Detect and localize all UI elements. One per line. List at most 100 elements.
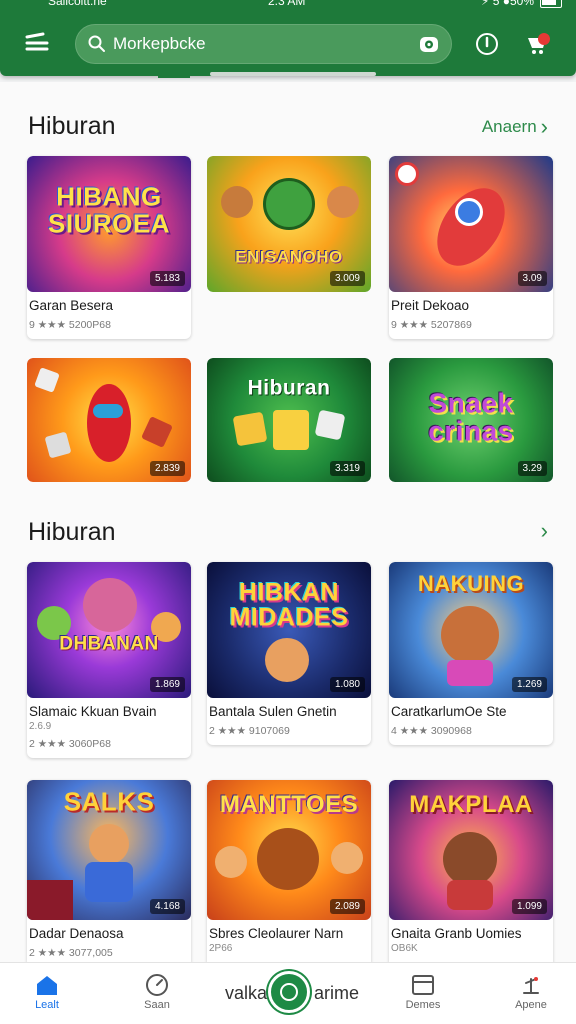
rating-badge: 5.183 xyxy=(149,271,185,286)
chevron-right-icon: › xyxy=(540,114,548,139)
dice-icon xyxy=(34,367,60,393)
status-icons: ⚡ 5 ●50% xyxy=(481,0,562,8)
thumbnail-title: NAKUING xyxy=(417,570,525,596)
home-icon xyxy=(2,971,92,999)
game-name: Bantala Sulen Gnetin xyxy=(209,704,337,719)
character-illustration xyxy=(327,186,359,218)
nav-item-apps[interactable]: Apene xyxy=(486,971,576,1011)
nav-label: Lealt xyxy=(35,999,59,1011)
game-thumbnail: Hiburan 3.319 xyxy=(207,358,371,482)
character-illustration xyxy=(83,578,137,632)
game-meta: 9 ★★★ 5207869 xyxy=(391,319,472,331)
status-right-text: ⚡ 5 ●50% xyxy=(480,0,534,8)
character-illustration xyxy=(443,832,497,886)
game-card[interactable]: ENISANOHO 3.009 xyxy=(207,156,371,292)
main-content: Hiburan Anaern › HIBANG SIUROEA 5.183 Ga… xyxy=(0,82,576,962)
tab-indicator xyxy=(158,76,190,78)
character-illustration xyxy=(441,606,499,664)
character-illustration xyxy=(455,198,483,226)
logo-icon xyxy=(395,162,419,186)
game-card[interactable]: Hiburan 3.319 xyxy=(207,358,371,482)
search-bar[interactable] xyxy=(75,24,452,64)
game-thumbnail: HIBANG SIUROEA 5.183 xyxy=(27,156,191,292)
game-sub: OB6K xyxy=(391,943,418,954)
game-name: Sbres Cleolaurer Narn xyxy=(209,926,344,941)
thumbnail-title: DHBANAN xyxy=(59,632,159,654)
thumbnail-title: HIBKAN MIDADES xyxy=(229,578,349,632)
game-meta: 2 ★★★ 3077,005 xyxy=(29,947,113,959)
nav-label: Demes xyxy=(405,999,441,1011)
game-name: Slamaic Kkuan Bvain xyxy=(29,704,157,719)
game-thumbnail: 2.839 xyxy=(27,358,191,482)
game-card[interactable]: HIBKAN MIDADES 1.080 Bantala Sulen Gneti… xyxy=(207,562,371,745)
thumbnail-title: ENISANOHO xyxy=(235,246,343,266)
character-illustration xyxy=(331,842,363,874)
nav-label: Saan xyxy=(144,999,170,1011)
game-name: CaratkarlumOe Ste xyxy=(391,704,507,719)
thumbnail-title: MAKPLAA xyxy=(409,790,533,818)
game-name: Gnaita Granb Uomies xyxy=(391,926,522,941)
game-card[interactable]: NAKUING 1.269 CaratkarlumOe Ste 4 ★★★ 30… xyxy=(389,562,553,745)
game-card[interactable]: Snaek crinas 3.29 xyxy=(389,358,553,482)
nav-item-home[interactable]: Lealt xyxy=(2,971,92,1011)
chevron-right-icon: › xyxy=(540,518,548,543)
character-illustration xyxy=(263,178,315,230)
carrier-label: Saiicoltt.ne xyxy=(48,0,107,8)
see-more-link[interactable]: Anaern › xyxy=(482,116,548,138)
nav-item-library[interactable]: Demes xyxy=(378,971,468,1011)
game-thumbnail: SALKS 4.168 xyxy=(27,780,191,920)
rating-badge: 1.269 xyxy=(511,677,547,692)
character-illustration xyxy=(447,880,493,910)
game-meta: 2 ★★★ 3060P68 xyxy=(29,738,111,750)
game-name: Garan Besera xyxy=(29,298,114,313)
game-meta: 2 ★★★ 9107069 xyxy=(209,725,290,737)
game-card[interactable]: HIBANG SIUROEA 5.183 Garan Besera 9 ★★★ … xyxy=(27,156,191,339)
search-input[interactable] xyxy=(113,30,413,58)
game-card[interactable]: 2.839 xyxy=(27,358,191,482)
game-thumbnail: ENISANOHO 3.009 xyxy=(207,156,371,292)
rating-badge: 3.319 xyxy=(329,461,365,476)
game-card[interactable]: DHBANAN 1.869 Slamaic Kkuan Bvain 2.6.9 … xyxy=(27,562,191,758)
game-sub: 2P66 xyxy=(209,943,233,954)
game-thumbnail: DHBANAN 1.869 xyxy=(27,562,191,698)
rating-badge: 2.089 xyxy=(329,899,365,914)
thumbnail-title: HIBANG SIUROEA xyxy=(48,181,170,239)
compass-icon xyxy=(112,971,202,999)
search-icon xyxy=(88,35,105,52)
character-illustration xyxy=(89,824,129,864)
rating-badge: 3.29 xyxy=(517,461,547,476)
game-card[interactable]: 3.09 Preit Dekoao 9 ★★★ 5207869 xyxy=(389,156,553,339)
lens-icon[interactable] xyxy=(418,33,440,55)
tab-indicator-track xyxy=(210,72,376,76)
rating-badge: 1.080 xyxy=(329,677,365,692)
sofa-illustration xyxy=(27,880,73,920)
dice-icon xyxy=(141,416,173,448)
rocket-illustration xyxy=(423,175,519,279)
bottom-navigation: Lealt Saan valkarnore arime Demes Apene xyxy=(0,962,576,1024)
rating-badge: 1.869 xyxy=(149,677,185,692)
game-card[interactable]: MANTTOES 2.089 Sbres Cleolaurer Narn 2P6… xyxy=(207,780,371,962)
game-meta: 4 ★★★ 3090968 xyxy=(391,725,472,737)
game-card[interactable]: MAKPLAA 1.099 Gnaita Granb Uomies OB6K xyxy=(389,780,553,962)
see-more-link[interactable]: › xyxy=(537,520,548,542)
character-illustration xyxy=(87,384,131,462)
notification-icon[interactable] xyxy=(524,30,552,58)
tile-icon xyxy=(232,411,268,447)
tile-icon xyxy=(314,409,346,441)
game-card[interactable]: SALKS 4.168 Dadar Denaosa 2 ★★★ 3077,005 xyxy=(27,780,191,962)
clock-label: 2.3 AM xyxy=(268,0,306,8)
game-thumbnail: Snaek crinas 3.29 xyxy=(389,358,553,482)
apps-icon xyxy=(486,971,576,999)
rating-badge: 3.09 xyxy=(517,271,547,286)
nav-item-search[interactable]: Saan xyxy=(112,971,202,1011)
dice-icon xyxy=(44,431,72,459)
menu-icon[interactable] xyxy=(20,28,54,58)
info-icon[interactable] xyxy=(473,30,501,58)
section-title: Hiburan xyxy=(28,112,116,140)
thumbnail-title: SALKS xyxy=(63,787,155,818)
center-action-button[interactable] xyxy=(268,971,310,1013)
game-thumbnail: HIBKAN MIDADES 1.080 xyxy=(207,562,371,698)
character-illustration xyxy=(447,660,493,686)
rating-badge: 4.168 xyxy=(149,899,185,914)
game-thumbnail: MANTTOES 2.089 xyxy=(207,780,371,920)
